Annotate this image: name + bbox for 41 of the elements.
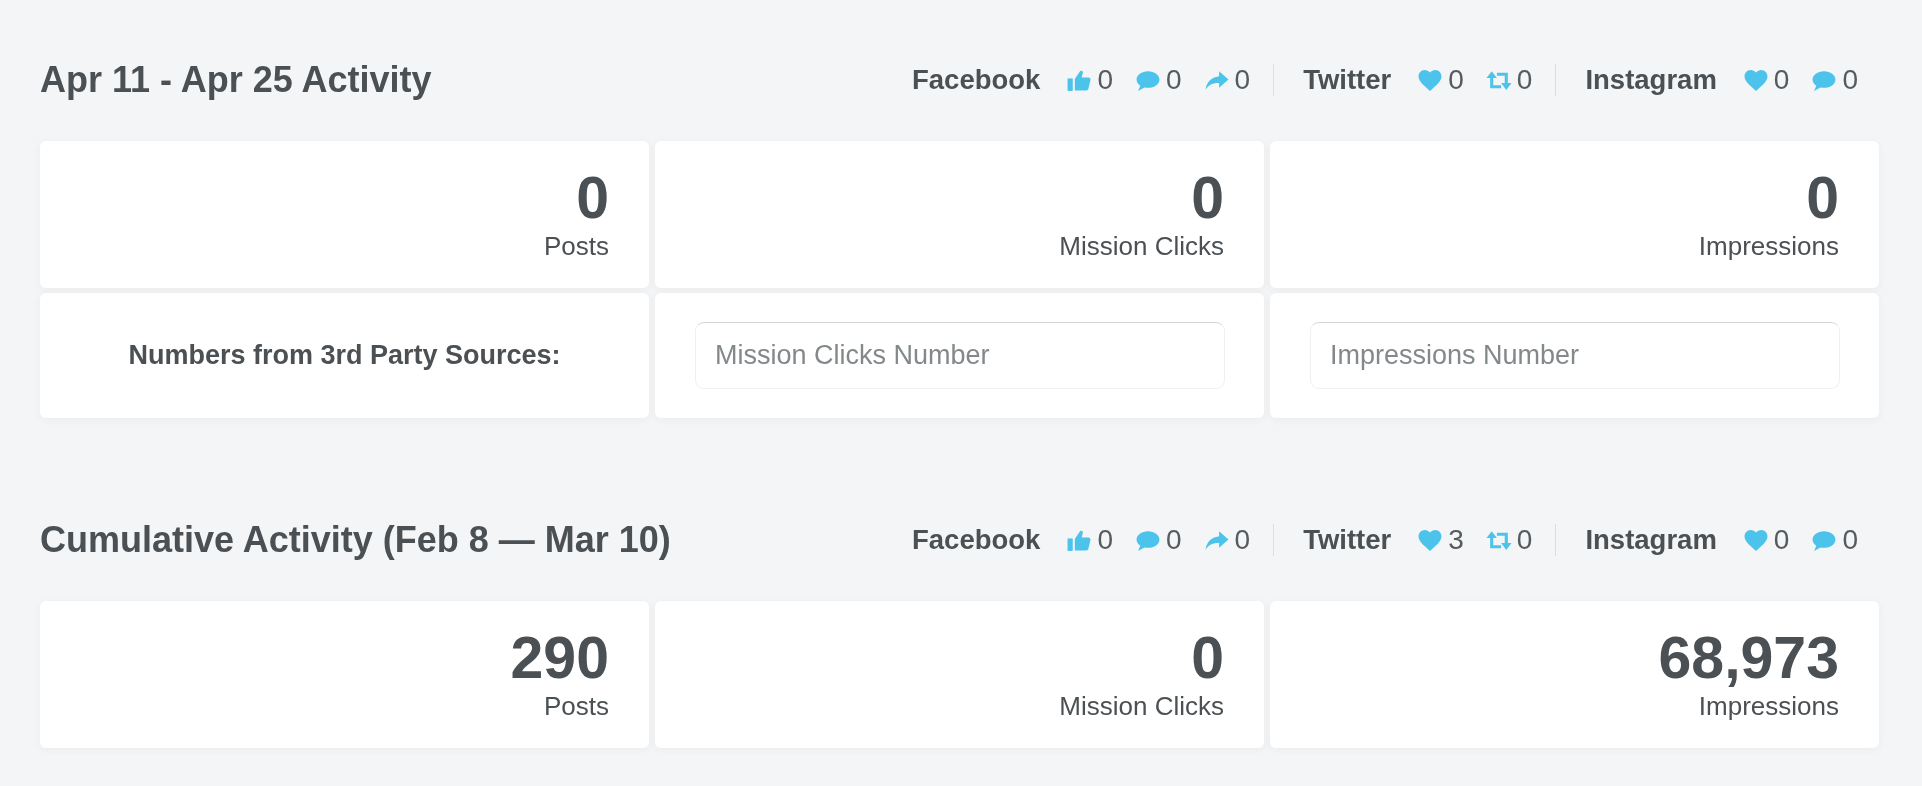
heart-icon xyxy=(1417,527,1444,553)
network-name: Instagram xyxy=(1585,524,1717,556)
reaction-count: 0 xyxy=(1166,524,1182,556)
stat-label: Posts xyxy=(543,231,609,261)
network-name: Twitter xyxy=(1303,524,1392,556)
stat-label: Mission Clicks xyxy=(1059,691,1224,721)
heart-icon xyxy=(1742,527,1769,553)
reaction-count: 0 xyxy=(1234,64,1251,96)
heart-icon xyxy=(1417,67,1444,93)
stat-value: 0 xyxy=(1191,169,1224,227)
stat-label: Mission Clicks xyxy=(1059,231,1224,261)
reaction-count: 0 xyxy=(1234,524,1251,556)
reaction-count: 0 xyxy=(1773,64,1790,96)
stat-value: 290 xyxy=(510,629,609,687)
reaction-count: 0 xyxy=(1516,524,1533,556)
source-label: Numbers from 3rd Party Sources: xyxy=(128,340,561,371)
section-title: Cumulative Activity (Feb 8 — Mar 10) xyxy=(40,519,671,561)
network-name: Facebook xyxy=(912,524,1041,556)
stat-value: 0 xyxy=(1191,629,1224,687)
reaction-count: 0 xyxy=(1842,524,1858,556)
network-name: Instagram xyxy=(1585,64,1717,96)
stat-label: Impressions xyxy=(1698,231,1839,261)
stat-label: Impressions xyxy=(1698,691,1839,721)
stat-value: 0 xyxy=(576,169,609,227)
section-title: Apr 11 - Apr 25 Activity xyxy=(40,59,432,101)
reaction-count: 0 xyxy=(1842,64,1858,96)
number-input-field[interactable]: Impressions Number xyxy=(1310,322,1840,389)
stat-label: Posts xyxy=(543,691,609,721)
stat-value: 68,973 xyxy=(1658,629,1839,687)
reaction-count: 0 xyxy=(1166,64,1182,96)
stat-value: 0 xyxy=(1806,169,1839,227)
reaction-count: 0 xyxy=(1448,64,1464,96)
number-input-field[interactable]: Mission Clicks Number xyxy=(695,322,1225,389)
network-name: Facebook xyxy=(912,64,1041,96)
network-name: Twitter xyxy=(1303,64,1392,96)
reaction-count: 0 xyxy=(1516,64,1533,96)
reaction-count: 0 xyxy=(1097,64,1113,96)
reaction-count: 3 xyxy=(1448,524,1464,556)
heart-icon xyxy=(1742,67,1769,93)
reaction-count: 0 xyxy=(1097,524,1113,556)
reaction-count: 0 xyxy=(1773,524,1790,556)
